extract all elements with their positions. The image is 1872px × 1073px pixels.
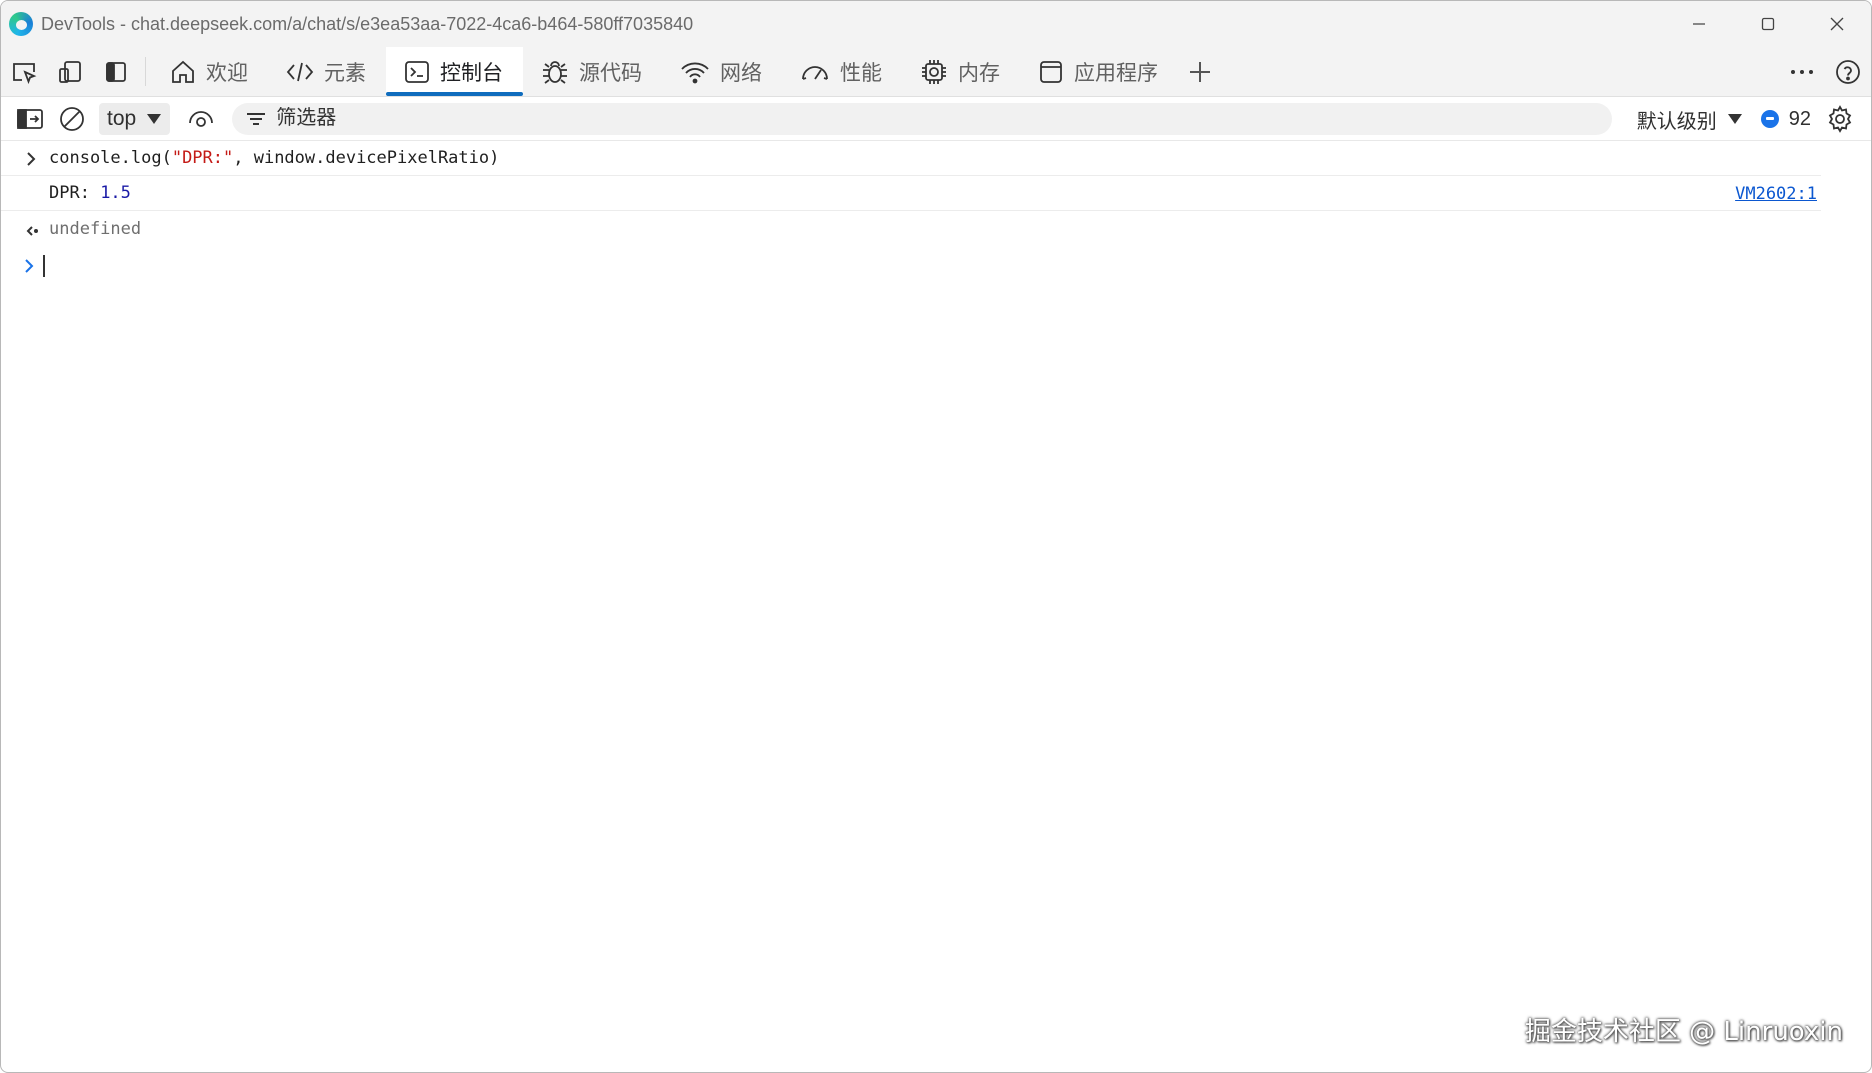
code-icon xyxy=(286,62,314,81)
tab-welcome[interactable]: 欢迎 xyxy=(152,47,268,96)
input-code: console.log("DPR:", window.devicePixelRa… xyxy=(49,148,499,168)
filter-box xyxy=(232,102,1613,135)
caret-down-icon xyxy=(147,113,162,124)
return-value: undefined xyxy=(49,218,142,239)
console-settings-button[interactable] xyxy=(1819,101,1861,137)
console-toolbar-right: 默认级别 92 xyxy=(1637,97,1861,141)
tabbar-right-actions xyxy=(1766,47,1871,97)
bug-icon xyxy=(543,60,567,84)
inspect-element-button[interactable] xyxy=(1,47,47,96)
dock-side-button[interactable] xyxy=(93,47,139,96)
log-level-selector[interactable]: 默认级别 xyxy=(1637,105,1743,134)
gauge-icon xyxy=(802,65,828,80)
edge-logo-icon xyxy=(9,12,33,36)
app-window-icon xyxy=(1040,60,1062,83)
add-tool-button[interactable] xyxy=(1178,47,1222,96)
live-expression-button[interactable] xyxy=(180,101,222,137)
plus-icon xyxy=(1190,61,1210,82)
console-output[interactable]: console.log("DPR:", window.devicePixelRa… xyxy=(1,141,1871,286)
tab-elements[interactable]: 元素 xyxy=(268,47,386,96)
home-icon xyxy=(172,60,194,83)
code-prefix: console.log( xyxy=(49,148,172,168)
log-text: DPR: 1.5 xyxy=(49,183,131,203)
close-icon xyxy=(1830,17,1843,31)
maximize-button[interactable] xyxy=(1733,1,1802,47)
block-icon xyxy=(60,106,84,131)
ellipsis-icon xyxy=(1791,70,1813,74)
help-button[interactable] xyxy=(1825,47,1871,97)
log-label: DPR: xyxy=(49,183,101,203)
clear-console-button[interactable] xyxy=(51,101,93,137)
devtools-tab-bar: 欢迎 元素 控制台 源代码 网络 性能 内存 应用程序 xyxy=(1,47,1871,97)
minimize-button[interactable] xyxy=(1664,1,1733,47)
message-count-badge[interactable]: 92 xyxy=(1760,107,1811,131)
gear-icon xyxy=(1828,105,1852,133)
console-toolbar: top 默认级别 92 xyxy=(1,97,1871,141)
console-return-entry: undefined xyxy=(1,211,1821,246)
log-number: 1.5 xyxy=(100,183,131,203)
tab-application[interactable]: 应用程序 xyxy=(1020,47,1178,96)
tab-label: 网络 xyxy=(720,61,762,85)
context-selector[interactable]: top xyxy=(99,102,171,135)
sidebar-toggle-icon xyxy=(17,108,43,129)
log-source-link[interactable]: VM2602:1 xyxy=(1735,176,1817,211)
tab-console[interactable]: 控制台 xyxy=(386,47,523,96)
device-emulation-button[interactable] xyxy=(47,47,93,96)
text-cursor xyxy=(43,255,45,277)
return-arrow-icon xyxy=(25,211,39,246)
tab-sources[interactable]: 源代码 xyxy=(523,47,662,96)
close-button[interactable] xyxy=(1802,1,1871,47)
tab-label: 内存 xyxy=(958,61,1000,85)
code-suffix: , window.devicePixelRatio) xyxy=(233,148,500,168)
panel-icon xyxy=(106,61,126,82)
title-bar: DevTools - chat.deepseek.com/a/chat/s/e3… xyxy=(1,1,1871,47)
filter-input[interactable] xyxy=(276,107,1577,130)
help-icon xyxy=(1836,60,1860,84)
tab-label: 控制台 xyxy=(440,61,503,85)
tab-label: 欢迎 xyxy=(206,61,248,85)
devtools-window: DevTools - chat.deepseek.com/a/chat/s/e3… xyxy=(0,0,1872,1073)
log-level-value: 默认级别 xyxy=(1636,110,1717,133)
code-string: "DPR:" xyxy=(171,148,234,168)
message-icon xyxy=(1760,110,1779,128)
more-options-button[interactable] xyxy=(1779,47,1825,97)
prompt-chevron-icon xyxy=(23,246,35,286)
wifi-icon xyxy=(681,62,709,83)
maximize-icon xyxy=(1761,17,1774,31)
inspect-icon xyxy=(13,62,37,84)
caret-down-icon xyxy=(1727,114,1742,124)
tab-label: 元素 xyxy=(324,61,366,85)
console-input-entry: console.log("DPR:", window.devicePixelRa… xyxy=(1,141,1821,176)
input-chevron-icon xyxy=(25,141,37,176)
console-prompt[interactable] xyxy=(1,246,1871,286)
tab-performance[interactable]: 性能 xyxy=(782,47,902,96)
toolbar-divider xyxy=(145,57,146,86)
window-title: DevTools - chat.deepseek.com/a/chat/s/e3… xyxy=(41,13,694,34)
console-icon xyxy=(405,60,429,83)
toggle-sidebar-button[interactable] xyxy=(9,101,51,137)
filter-icon xyxy=(247,112,266,125)
tab-label: 源代码 xyxy=(579,61,642,85)
tab-label: 性能 xyxy=(840,61,882,85)
chip-icon xyxy=(922,59,946,84)
device-icon xyxy=(59,60,81,83)
eye-icon xyxy=(189,110,214,127)
minimize-icon xyxy=(1692,23,1705,25)
tab-memory[interactable]: 内存 xyxy=(902,47,1020,96)
context-value: top xyxy=(107,106,137,130)
message-count: 92 xyxy=(1788,107,1811,130)
console-log-entry: DPR: 1.5 VM2602:1 xyxy=(1,176,1821,211)
tab-network[interactable]: 网络 xyxy=(662,47,782,96)
watermark: 掘金技术社区 @ Linruoxin xyxy=(1524,1017,1843,1047)
window-controls xyxy=(1664,1,1871,47)
tab-label: 应用程序 xyxy=(1074,61,1158,85)
